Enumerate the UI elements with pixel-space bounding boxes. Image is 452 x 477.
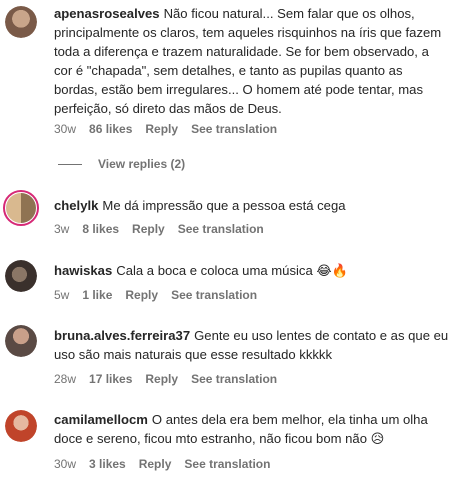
comment-body: Cala a boca e coloca uma música 😂🔥 [116, 263, 348, 278]
comment-username[interactable]: chelylk [54, 198, 98, 213]
see-translation-button[interactable]: See translation [191, 122, 277, 136]
avatar-image [6, 193, 36, 223]
comment-item: chelylk Me dá impressão que a pessoa está… [0, 188, 452, 243]
comment-username[interactable]: bruna.alves.ferreira37 [54, 328, 190, 343]
view-replies-line [58, 163, 82, 165]
comment-age: 30w [54, 122, 77, 136]
comment-meta: 5w 1 like Reply See translation [54, 288, 270, 302]
likes-count[interactable]: 17 likes [89, 372, 132, 386]
avatar[interactable] [5, 325, 37, 357]
comment-item: camilamellocm O antes dela era bem melhor… [0, 406, 452, 476]
avatar[interactable] [5, 410, 37, 442]
comment-text: camilamellocm O antes dela era bem melhor… [54, 410, 449, 448]
avatar[interactable] [3, 190, 39, 226]
view-replies-button[interactable]: View replies (2) [58, 157, 185, 171]
likes-count[interactable]: 86 likes [89, 122, 132, 136]
reply-button[interactable]: Reply [145, 122, 178, 136]
comment-meta: 3w 8 likes Reply See translation [54, 222, 277, 236]
see-translation-button[interactable]: See translation [191, 372, 277, 386]
avatar[interactable] [5, 260, 37, 292]
comment-meta: 30w 3 likes Reply See translation [54, 457, 283, 471]
see-translation-button[interactable]: See translation [178, 222, 264, 236]
reply-button[interactable]: Reply [139, 457, 172, 471]
comment-age: 28w [54, 372, 77, 386]
comment-username[interactable]: camilamellocm [54, 412, 148, 427]
comment-item: hawiskas Cala a boca e coloca uma música … [0, 255, 452, 310]
likes-count[interactable]: 8 likes [82, 222, 119, 236]
avatar-image [5, 325, 37, 357]
avatar[interactable] [5, 6, 37, 38]
avatar-image [5, 6, 37, 38]
see-translation-button[interactable]: See translation [184, 457, 270, 471]
reply-button[interactable]: Reply [132, 222, 165, 236]
comment-item: bruna.alves.ferreira37 Gente eu uso lente… [0, 322, 452, 392]
comment-meta: 28w 17 likes Reply See translation [54, 372, 290, 386]
comment-text: hawiskas Cala a boca e coloca uma música … [54, 261, 449, 280]
avatar-image [5, 260, 37, 292]
comment-age: 5w [54, 288, 70, 302]
view-replies-label: View replies (2) [98, 157, 186, 171]
comment-text: apenasrosealves Não ficou natural... Sem … [54, 4, 449, 118]
comment-text: chelylk Me dá impressão que a pessoa está… [54, 196, 449, 215]
likes-count[interactable]: 1 like [82, 288, 112, 302]
comment-item: apenasrosealves Não ficou natural... Sem … [0, 0, 452, 150]
likes-count[interactable]: 3 likes [89, 457, 126, 471]
reply-button[interactable]: Reply [125, 288, 158, 302]
comment-text: bruna.alves.ferreira37 Gente eu uso lente… [54, 326, 449, 364]
see-translation-button[interactable]: See translation [171, 288, 257, 302]
reply-button[interactable]: Reply [145, 372, 178, 386]
comment-meta: 30w 86 likes Reply See translation [54, 122, 290, 136]
comment-username[interactable]: hawiskas [54, 263, 112, 278]
comment-body: Não ficou natural... Sem falar que os ol… [54, 6, 442, 116]
avatar-image [5, 410, 37, 442]
comment-age: 3w [54, 222, 70, 236]
comment-age: 30w [54, 457, 77, 471]
comment-body: Me dá impressão que a pessoa está cega [102, 198, 346, 213]
comment-username[interactable]: apenasrosealves [54, 6, 160, 21]
